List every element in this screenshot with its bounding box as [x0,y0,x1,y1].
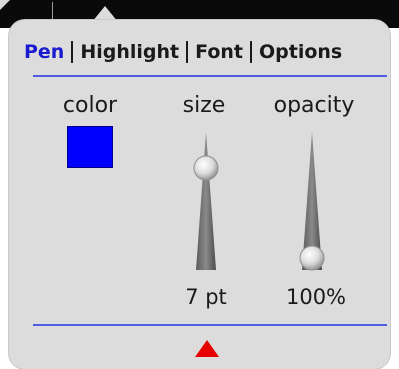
tab-divider [33,75,387,77]
red-triangle-up-icon[interactable] [195,340,219,357]
tab-pen[interactable]: Pen [24,41,64,63]
tab-bar: Pen Highlight Font Options [24,38,380,66]
opacity-slider-knob [299,245,325,271]
top-bar-corner [0,0,10,10]
size-value: 7 pt [185,285,227,309]
tab-separator [186,41,189,63]
tab-highlight[interactable]: Highlight [80,41,179,63]
size-slider[interactable] [186,126,226,276]
tab-options[interactable]: Options [259,41,342,63]
color-swatch[interactable] [67,126,113,168]
bottom-divider [33,324,387,326]
opacity-slider[interactable] [292,126,332,276]
size-slider-knob [193,155,219,181]
color-label: color [62,93,118,118]
opacity-value: 100% [285,285,347,309]
tab-font[interactable]: Font [195,41,243,63]
tab-separator [250,41,252,63]
size-slider-track [196,132,216,270]
opacity-label: opacity [273,93,355,118]
size-label: size [182,93,226,118]
tab-separator [71,41,74,63]
